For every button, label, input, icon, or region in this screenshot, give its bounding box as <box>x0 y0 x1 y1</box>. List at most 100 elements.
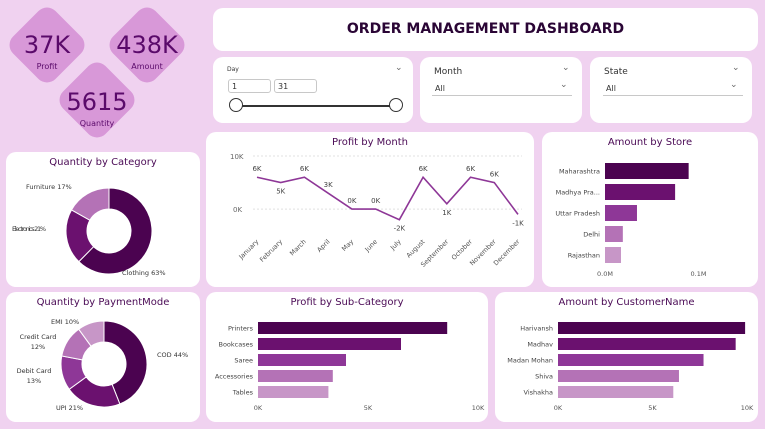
chevron-up-icon[interactable]: ⌄ <box>732 63 740 73</box>
x-tick-label: 5K <box>364 404 373 412</box>
point-label: -1K <box>512 219 524 227</box>
x-tick-label: 0K <box>254 404 263 412</box>
slice-label: Clothing 63% <box>122 269 166 277</box>
slice-label: Credit Card 12% <box>19 333 57 351</box>
profit-line[interactable] <box>256 175 519 221</box>
bar-accessories[interactable] <box>258 370 333 382</box>
amount-by-store-chart: Maharashtra Madhya Pra... Uttar Pradesh Del… <box>555 163 707 278</box>
y-tick-label: 10K <box>230 153 244 161</box>
profit-by-subcategory-chart: Printers Bookcases Saree Accessories Tables0… <box>215 322 485 412</box>
day-slicer: Day ⌄ 1 31 <box>213 57 413 123</box>
category-label: Accessories <box>215 373 254 381</box>
day-slicer-label: Day <box>227 66 239 73</box>
category-label: Madan Mohan <box>507 357 553 365</box>
y-tick-label: 0K <box>233 206 242 214</box>
quantity-by-category-chart: Clothing 63% Electronics 21% Furniture 1… <box>12 183 166 277</box>
category-label: Maharashtra <box>559 168 600 176</box>
point-label: 6K <box>419 165 428 173</box>
x-tick-label: February <box>258 238 284 264</box>
title-card: ORDER MANAGEMENT DASHBOARD <box>213 8 758 51</box>
day-slider-handle-end[interactable] <box>389 98 403 112</box>
kpi-amount-label: Amount <box>131 62 163 71</box>
bar-shiva[interactable] <box>558 370 679 382</box>
slice-label: UPI 21% <box>56 404 83 412</box>
point-label: 6K <box>300 165 309 173</box>
category-label: Rajasthan <box>568 252 600 260</box>
category-label: Printers <box>228 325 254 333</box>
bar-madhya-pra-[interactable] <box>605 184 676 200</box>
bar-saree[interactable] <box>258 354 346 366</box>
month-dropdown[interactable]: All <box>432 82 572 96</box>
point-label: -2K <box>394 225 406 233</box>
quantity-by-paymentmode-chart: COD 44% UPI 21% EMI 10% <box>51 318 188 412</box>
x-tick-label: 0.0M <box>597 270 613 278</box>
day-slider-handle-start[interactable] <box>229 98 243 112</box>
bar-maharashtra[interactable] <box>605 163 689 179</box>
bar-vishakha[interactable] <box>558 386 674 398</box>
category-label: Bookcases <box>218 341 253 349</box>
point-label: 0K <box>347 197 356 205</box>
bar-madhav[interactable] <box>558 338 736 350</box>
point-label: 3K <box>324 181 333 189</box>
kpi-amount: 438K Amount <box>97 32 197 71</box>
x-tick-label: March <box>288 238 308 258</box>
x-tick-label: July <box>388 238 403 253</box>
profit-by-month-card: Profit by Month 10K 0K 6K 5K 6K 3K 0K 0K -2K 6K 1K… <box>206 132 534 287</box>
state-dropdown[interactable]: All <box>603 82 743 96</box>
category-label: Madhya Pra... <box>556 189 600 197</box>
kpi-quantity-label: Quantity <box>79 119 115 128</box>
bar-uttar-pradesh[interactable] <box>605 205 637 221</box>
chevron-down-icon[interactable]: ⌄ <box>560 80 568 90</box>
day-from-input[interactable]: 1 <box>228 79 271 93</box>
x-tick-label: 10K <box>472 404 485 412</box>
bar-bookcases[interactable] <box>258 338 401 350</box>
day-to-input[interactable]: 31 <box>274 79 317 93</box>
bar-harivansh[interactable] <box>558 322 746 334</box>
slice-label: COD 44% <box>157 351 188 359</box>
kpi-profit-label: Profit <box>36 62 58 71</box>
x-tick-label: April <box>315 238 331 254</box>
kpi-amount-value: 438K <box>116 31 178 59</box>
x-tick-label: 0K <box>554 404 563 412</box>
bar-printers[interactable] <box>258 322 448 334</box>
category-label: Tables <box>232 389 254 397</box>
category-label: Shiva <box>535 373 553 381</box>
category-label: Harivansh <box>520 325 553 333</box>
kpi-quantity: 5615 Quantity <box>47 89 147 128</box>
month-slicer-label: Month <box>434 67 463 77</box>
amount-by-store-card: Amount by Store Maharashtra Madhya Pra...… <box>542 132 758 287</box>
x-tick-label: 5K <box>648 404 657 412</box>
bar-delhi[interactable] <box>605 226 623 242</box>
quantity-by-paymentmode-card: Quantity by PaymentMode COD 44% UPI 21% … <box>6 292 200 422</box>
slice-label: Electronics 21% <box>12 225 46 233</box>
bar-madan-mohan[interactable] <box>558 354 704 366</box>
profit-by-subcategory-card: Profit by Sub-Category Printers Bookcases… <box>206 292 488 422</box>
chevron-down-icon[interactable]: ⌄ <box>730 80 738 90</box>
point-label: 1K <box>442 209 451 217</box>
month-slicer: Month ⌄ All ⌄ <box>420 57 582 123</box>
x-tick-label: December <box>492 238 522 268</box>
category-label: Delhi <box>583 231 600 239</box>
slice-label: Debit Card 13% <box>16 367 52 385</box>
state-slicer-label: State <box>604 67 628 77</box>
point-label: 6K <box>252 165 261 173</box>
point-label: 0K <box>371 197 380 205</box>
x-tick-label: June <box>363 238 379 254</box>
kpi-profit-value: 37K <box>23 31 71 59</box>
day-slider-track <box>236 105 396 107</box>
chevron-down-icon[interactable]: ⌄ <box>395 63 403 73</box>
slice-label: Furniture 17% <box>26 183 72 191</box>
bar-rajasthan[interactable] <box>605 247 621 263</box>
category-label: Uttar Pradesh <box>555 210 600 218</box>
x-tick-label: 0.1M <box>691 270 707 278</box>
bar-tables[interactable] <box>258 386 329 398</box>
chevron-up-icon[interactable]: ⌄ <box>562 63 570 73</box>
point-label: 6K <box>466 165 475 173</box>
amount-by-customername-card: Amount by CustomerName Harivansh Madhav Ma… <box>495 292 758 422</box>
point-label: 5K <box>276 188 285 196</box>
amount-by-customername-chart: Harivansh Madhav Madan Mohan Shiva Vishakha0… <box>507 322 754 412</box>
kpi-profit: 37K Profit <box>0 32 97 71</box>
profit-by-month-chart: 10K0K6K5K6K3K0K 0K-2K6K1K6K6K-1KJanuaryFe… <box>230 153 524 269</box>
point-label: 6K <box>490 171 499 179</box>
slice-label: EMI 10% <box>51 318 79 326</box>
